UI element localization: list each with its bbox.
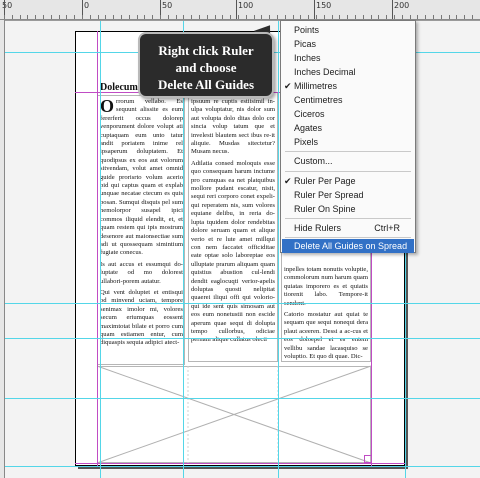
ruler-guide[interactable] bbox=[100, 21, 101, 478]
frame-handle-icon[interactable] bbox=[364, 455, 372, 463]
margin-guide bbox=[75, 463, 405, 464]
paragraph: Adilatia consed moloquis esse quo conseq… bbox=[191, 159, 275, 344]
menu-item-ruler-per-page[interactable]: ✔ Ruler Per Page bbox=[282, 174, 414, 188]
menu-item-label: Ruler Per Page bbox=[294, 176, 356, 186]
menu-item-ruler-per-spread[interactable]: Ruler Per Spread bbox=[282, 188, 414, 202]
menu-item-inches[interactable]: Inches bbox=[282, 51, 414, 65]
menu-item-label: Hide Rulers bbox=[294, 223, 342, 233]
callout-line: Delete All Guides bbox=[157, 77, 255, 92]
menu-item-label: Points bbox=[294, 25, 320, 35]
menu-item-label: Ciceros bbox=[294, 109, 325, 119]
menu-item-label: Centimetres bbox=[294, 95, 343, 105]
menu-item-pixels[interactable]: Pixels bbox=[282, 135, 414, 149]
menu-item-picas[interactable]: Picas bbox=[282, 37, 414, 51]
paragraph: ipsuum re cuptis estiisimil in-ulpa volu… bbox=[191, 98, 275, 156]
callout-line: Right click Ruler bbox=[158, 43, 254, 58]
text-column-2: ipsuum re cuptis estiisimil in-ulpa volu… bbox=[191, 98, 275, 360]
menu-item-label: Inches bbox=[294, 53, 321, 63]
menu-item-delete-all-guides[interactable]: Delete All Guides on Spread bbox=[282, 239, 414, 253]
menu-item-label: Millimetres bbox=[294, 81, 338, 91]
paragraph: inpelles totam nonutis voluptie, commolo… bbox=[284, 266, 368, 307]
menu-separator bbox=[285, 218, 411, 219]
ruler-guide[interactable] bbox=[5, 466, 480, 467]
paragraph: Is aut accus et essumqui do-luptate od m… bbox=[100, 260, 183, 285]
instruction-callout: Right click Ruler and choose Delete All … bbox=[138, 32, 274, 98]
menu-item-label: Delete All Guides on Spread bbox=[294, 241, 408, 251]
checkmark-icon: ✔ bbox=[284, 81, 292, 91]
menu-item-label: Agates bbox=[294, 123, 323, 133]
margin-guide bbox=[97, 31, 98, 466]
ruler-guide[interactable] bbox=[5, 338, 480, 339]
drop-cap: O bbox=[100, 98, 115, 116]
checkmark-icon: ✔ bbox=[284, 176, 292, 186]
ruler-guide[interactable] bbox=[5, 303, 480, 304]
menu-item-label: Ruler On Spine bbox=[294, 204, 356, 214]
menu-separator bbox=[285, 171, 411, 172]
text-column-1: Orrorum vellabo. Es sequunt alissite es … bbox=[100, 98, 183, 360]
menu-item-hide-rulers[interactable]: Hide Rulers Ctrl+R bbox=[282, 221, 414, 235]
menu-item-label: Ruler Per Spread bbox=[294, 190, 364, 200]
paragraph: Catorio mostatur aut quiat te sequam que… bbox=[284, 311, 368, 361]
menu-item-points[interactable]: Points bbox=[282, 23, 414, 37]
menu-item-label: Inches Decimal bbox=[294, 67, 356, 77]
menu-item-label: Picas bbox=[294, 39, 317, 49]
menu-item-inches-decimal[interactable]: Inches Decimal bbox=[282, 65, 414, 79]
menu-separator bbox=[285, 237, 411, 238]
menu-separator bbox=[285, 151, 411, 152]
menu-item-shortcut: Ctrl+R bbox=[374, 223, 400, 233]
menu-item-centimetres[interactable]: Centimetres bbox=[282, 93, 414, 107]
menu-item-label: Pixels bbox=[294, 137, 319, 147]
ruler-guide[interactable] bbox=[5, 398, 480, 399]
ruler-context-menu: Points Picas Inches Inches Decimal ✔ Mill… bbox=[280, 20, 416, 253]
text-column-3: inpelles totam nonutis voluptie, commolo… bbox=[284, 266, 368, 362]
menu-item-label: Custom... bbox=[294, 156, 333, 166]
menu-item-custom[interactable]: Custom... bbox=[282, 154, 414, 168]
menu-item-ruler-on-spine[interactable]: Ruler On Spine bbox=[282, 202, 414, 216]
callout-line: and choose bbox=[175, 60, 237, 75]
menu-item-millimetres[interactable]: ✔ Millimetres bbox=[282, 79, 414, 93]
menu-item-ciceros[interactable]: Ciceros bbox=[282, 107, 414, 121]
ruler-guide[interactable] bbox=[278, 21, 279, 478]
paragraph: rrorum vellabo. Es sequunt alissite es e… bbox=[100, 98, 183, 257]
menu-item-agates[interactable]: Agates bbox=[282, 121, 414, 135]
